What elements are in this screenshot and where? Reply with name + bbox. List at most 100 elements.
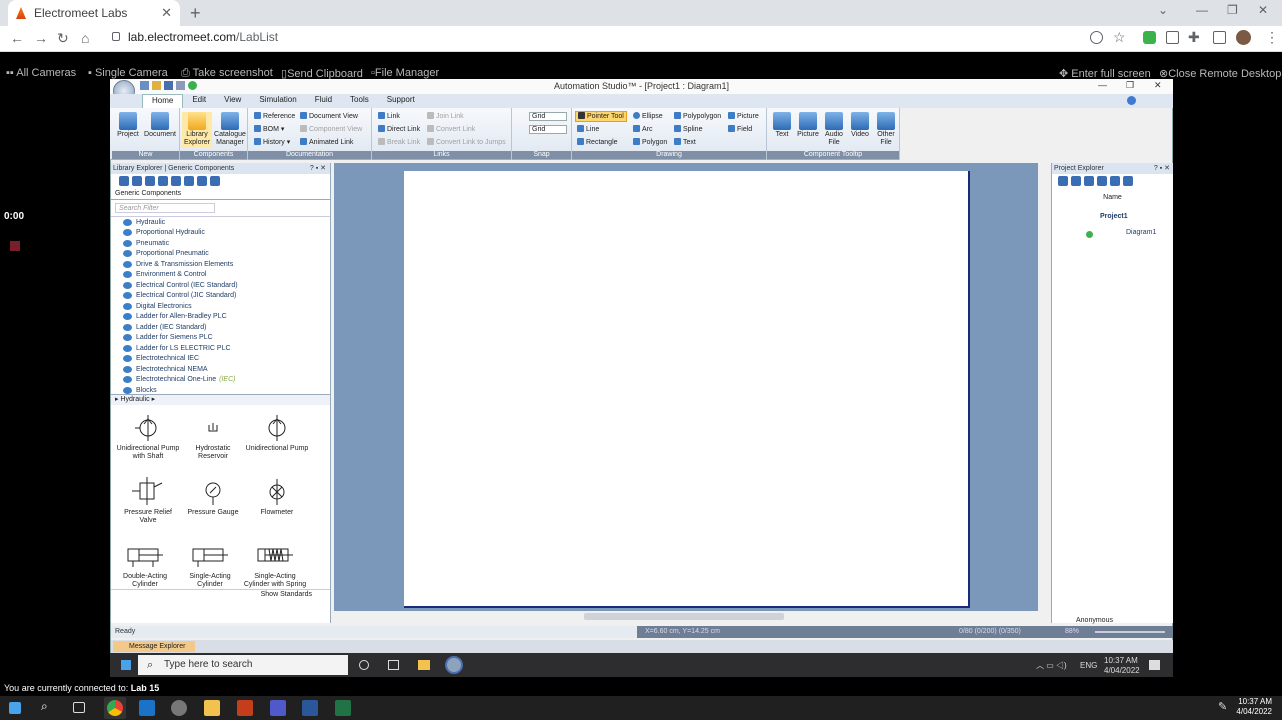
library-tool-icon-5[interactable] bbox=[171, 176, 181, 186]
minimize-icon[interactable]: — bbox=[1196, 3, 1208, 17]
tooltip-text-button[interactable]: Text bbox=[770, 112, 794, 139]
symbol-hydrostatic-reservoir[interactable]: Hydrostatic Reservoir bbox=[181, 413, 245, 461]
panel-pin-close-icon[interactable]: ? ▪ ✕ bbox=[1154, 163, 1173, 174]
break-link-button[interactable]: Break Link bbox=[378, 138, 420, 147]
app-restore-icon[interactable]: ❐ bbox=[1126, 80, 1134, 91]
single-camera-button[interactable]: ▪ Single Camera bbox=[88, 67, 168, 79]
symbol-pressure-gauge[interactable]: Pressure Gauge bbox=[181, 477, 245, 517]
generic-components-tab[interactable]: Generic Components bbox=[111, 188, 330, 200]
animated-link-button[interactable]: Animated Link bbox=[300, 138, 353, 147]
text-tool-button[interactable]: Text bbox=[674, 138, 696, 147]
tab-tools[interactable]: Tools bbox=[341, 94, 378, 108]
reference-button[interactable]: Reference bbox=[254, 112, 295, 121]
tab-view[interactable]: View bbox=[215, 94, 250, 108]
component-view-button[interactable]: Component View bbox=[300, 125, 362, 134]
bom-button[interactable]: BOM ▾ bbox=[254, 125, 284, 134]
tree-item[interactable]: Blocks bbox=[111, 385, 330, 394]
diagram-page[interactable] bbox=[404, 171, 970, 608]
extension-doc-icon[interactable] bbox=[1166, 31, 1179, 44]
tab-support[interactable]: Support bbox=[378, 94, 424, 108]
extension-green-icon[interactable] bbox=[1143, 31, 1156, 44]
panel-pin-close-icon[interactable]: ? ▪ ✕ bbox=[310, 163, 330, 174]
polypolygon-button[interactable]: Polypolygon bbox=[674, 112, 721, 121]
extensions-puzzle-icon[interactable]: ✚ bbox=[1188, 29, 1200, 46]
tree-item[interactable]: Ladder for Allen-Bradley PLC bbox=[111, 312, 330, 323]
project-button[interactable]: Project bbox=[115, 112, 141, 139]
library-tool-icon-6[interactable] bbox=[184, 176, 194, 186]
polygon-button[interactable]: Polygon bbox=[633, 138, 667, 147]
canvas-horizontal-scrollbar[interactable] bbox=[334, 611, 1048, 623]
symbol-double-acting-cylinder[interactable]: Double-Acting Cylinder bbox=[113, 541, 177, 589]
history-button[interactable]: History ▾ bbox=[254, 138, 290, 147]
chevron-down-icon[interactable]: ⌄ bbox=[1158, 3, 1168, 17]
bookmark-star-icon[interactable]: ☆ bbox=[1113, 29, 1126, 46]
project-tool-icon-3[interactable] bbox=[1084, 176, 1094, 186]
library-explorer-button[interactable]: Library Explorer bbox=[182, 112, 212, 147]
project-tool-icon-1[interactable] bbox=[1058, 176, 1068, 186]
app-minimize-icon[interactable]: — bbox=[1098, 80, 1107, 90]
project-tool-icon-4[interactable] bbox=[1097, 176, 1107, 186]
chrome-icon[interactable] bbox=[107, 700, 123, 716]
remote-start-icon[interactable] bbox=[121, 660, 131, 670]
tab-home[interactable]: Home bbox=[142, 94, 184, 108]
catalogue-manager-button[interactable]: Catalogue Manager bbox=[213, 112, 247, 147]
tree-item[interactable]: Drive & Transmission Elements bbox=[111, 259, 330, 270]
symbol-unidirectional-pump-shaft[interactable]: Unidirectional Pump with Shaft bbox=[116, 413, 180, 461]
task-view-icon[interactable] bbox=[73, 702, 85, 713]
tree-item[interactable]: Electrical Control (JIC Standard) bbox=[111, 291, 330, 302]
powerpoint-icon[interactable] bbox=[237, 700, 253, 716]
tree-item[interactable]: Digital Electronics bbox=[111, 301, 330, 312]
project-tool-icon-2[interactable] bbox=[1071, 176, 1081, 186]
ellipse-button[interactable]: Ellipse bbox=[633, 112, 663, 121]
zoom-slider[interactable] bbox=[1095, 631, 1165, 633]
file-explorer-icon[interactable] bbox=[418, 660, 430, 670]
all-cameras-button[interactable]: ▪▪ All Cameras bbox=[6, 67, 76, 79]
arc-button[interactable]: Arc bbox=[633, 125, 653, 134]
cortana-icon[interactable] bbox=[359, 660, 369, 670]
tree-item[interactable]: Ladder (IEC Standard) bbox=[111, 322, 330, 333]
symbol-single-acting-cylinder-spring[interactable]: Single-Acting Cylinder with Spring bbox=[243, 541, 307, 589]
remote-search-box[interactable]: Type here to search bbox=[138, 655, 348, 675]
diagram-node[interactable]: Diagram1 bbox=[1126, 229, 1156, 236]
tree-item[interactable]: Electrotechnical NEMA bbox=[111, 364, 330, 375]
teams-icon[interactable] bbox=[270, 700, 286, 716]
tree-item[interactable]: Electrical Control (IEC Standard) bbox=[111, 280, 330, 291]
picture-tool-button[interactable]: Picture bbox=[728, 112, 759, 121]
tree-item[interactable]: Electrotechnical One-Line (IEC) bbox=[111, 375, 330, 386]
file-explorer-icon[interactable] bbox=[204, 700, 220, 716]
field-button[interactable]: Field bbox=[728, 125, 752, 134]
menu-kebab-icon[interactable]: ⋮ bbox=[1265, 29, 1279, 46]
snap-grid-select-2[interactable]: Grid bbox=[529, 125, 567, 134]
tree-item[interactable]: Environment & Control bbox=[111, 270, 330, 281]
close-remote-button[interactable]: ⊗Close Remote Desktop bbox=[1159, 67, 1281, 80]
tab-edit[interactable]: Edit bbox=[183, 94, 215, 108]
rectangle-button[interactable]: Rectangle bbox=[577, 138, 618, 147]
library-tool-icon-4[interactable] bbox=[158, 176, 168, 186]
library-tool-icon-1[interactable] bbox=[119, 176, 129, 186]
link-button[interactable]: Link bbox=[378, 112, 400, 121]
pointer-tool-button[interactable]: Pointer Tool bbox=[575, 111, 627, 122]
convert-link-button[interactable]: Convert Link bbox=[427, 125, 475, 134]
close-window-icon[interactable]: ✕ bbox=[1258, 3, 1268, 17]
reload-icon[interactable]: ↻ bbox=[57, 30, 69, 47]
library-breadcrumb[interactable]: ▸ Hydraulic ▸ bbox=[111, 394, 330, 405]
project-tool-icon-5[interactable] bbox=[1110, 176, 1120, 186]
outlook-icon[interactable] bbox=[139, 700, 155, 716]
symbol-pressure-relief-valve[interactable]: Pressure Relief Valve bbox=[116, 477, 180, 525]
profile-avatar[interactable] bbox=[1236, 30, 1251, 45]
record-icon[interactable] bbox=[10, 241, 20, 251]
canvas-vertical-scrollbar[interactable] bbox=[1038, 163, 1048, 611]
file-manager-button[interactable]: ▫File Manager bbox=[371, 67, 439, 79]
tree-item[interactable]: Hydraulic bbox=[111, 217, 330, 228]
sidepanel-icon[interactable] bbox=[1213, 31, 1226, 44]
project-node[interactable]: Project1 bbox=[1100, 213, 1128, 220]
word-icon[interactable] bbox=[302, 700, 318, 716]
spline-button[interactable]: Spline bbox=[674, 125, 702, 134]
qat-save-icon[interactable] bbox=[164, 81, 173, 90]
tree-item[interactable]: Electrotechnical IEC bbox=[111, 354, 330, 365]
document-button[interactable]: Document bbox=[143, 112, 177, 139]
tree-item[interactable]: Ladder for Siemens PLC bbox=[111, 333, 330, 344]
line-button[interactable]: Line bbox=[577, 125, 599, 134]
tree-item[interactable]: Proportional Hydraulic bbox=[111, 228, 330, 239]
app-close-icon[interactable]: ✕ bbox=[1154, 80, 1162, 91]
